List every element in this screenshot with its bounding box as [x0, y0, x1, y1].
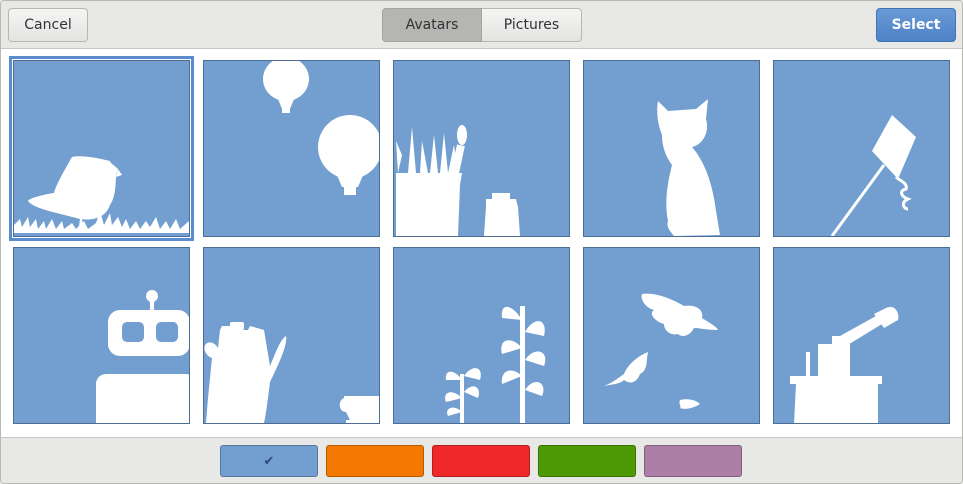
swatch-red[interactable]: [432, 445, 530, 477]
avatar-falling-leaves[interactable]: [583, 247, 760, 424]
checkmark-icon: ✔: [263, 453, 275, 469]
sprout-icon: [445, 306, 546, 423]
kite-icon: [830, 115, 916, 236]
robot-icon: [96, 290, 189, 423]
tab-avatars[interactable]: Avatars: [382, 8, 482, 42]
avatar-cat[interactable]: [583, 60, 760, 237]
avatar-plant-sprouts[interactable]: [393, 247, 570, 424]
swatch-blue[interactable]: ✔: [220, 445, 318, 477]
coffee-pot-icon: [204, 322, 379, 423]
swatch-purple[interactable]: [644, 445, 742, 477]
view-switcher: Avatars Pictures: [382, 8, 582, 42]
brushes-icon: [396, 125, 520, 236]
bird-icon: [14, 156, 189, 233]
avatar-bird[interactable]: [9, 56, 194, 241]
avatar-chooser-dialog: Cancel Avatars Pictures Select ✔: [0, 0, 963, 484]
avatar-hot-air-balloons[interactable]: [203, 60, 380, 237]
cancel-button[interactable]: Cancel: [8, 8, 88, 42]
select-button[interactable]: Select: [876, 8, 956, 42]
avatar-coffee-pot[interactable]: [203, 247, 380, 424]
swatch-orange[interactable]: [326, 445, 424, 477]
balloon-icon: [263, 61, 379, 195]
leaves-icon: [604, 293, 718, 409]
avatar-paint-brushes[interactable]: [393, 60, 570, 237]
header-bar: Cancel Avatars Pictures Select: [1, 1, 962, 49]
avatar-kite[interactable]: [773, 60, 950, 237]
tab-pictures[interactable]: Pictures: [482, 8, 582, 42]
avatar-robot[interactable]: [13, 247, 190, 424]
avatar-telescope[interactable]: [773, 247, 950, 424]
cat-icon: [657, 99, 720, 236]
color-swatch-bar: ✔: [1, 437, 962, 483]
swatch-green[interactable]: [538, 445, 636, 477]
telescope-icon: [790, 306, 899, 423]
